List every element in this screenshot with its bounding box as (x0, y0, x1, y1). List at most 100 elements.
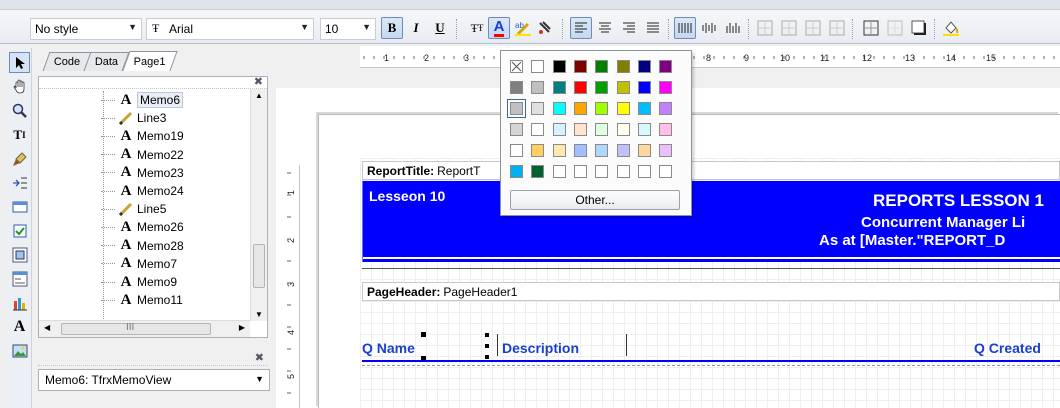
color-swatch[interactable] (595, 102, 609, 115)
color-swatch[interactable] (637, 144, 651, 157)
tree-horizontal-scrollbar[interactable]: ◀ III ▶ (39, 320, 250, 337)
color-swatch[interactable] (573, 102, 587, 115)
color-swatch[interactable] (510, 123, 523, 136)
valign-top-icon[interactable] (674, 17, 696, 39)
scroll-up-icon[interactable]: ▲ (255, 91, 263, 100)
color-swatch[interactable] (659, 123, 673, 136)
frame-all-icon[interactable] (860, 17, 882, 39)
align-right-icon[interactable] (618, 17, 640, 39)
align-left-icon[interactable] (570, 17, 592, 39)
report-title-memo[interactable]: REPORTS LESSON 1 (873, 191, 1044, 211)
font-color-button[interactable]: A (488, 17, 510, 39)
tree-item[interactable]: A Memo19 (101, 127, 184, 145)
color-swatch[interactable] (507, 99, 526, 118)
font-combo[interactable]: Ŧ Arial ▼ (146, 18, 314, 40)
color-swatch[interactable] (531, 60, 545, 73)
tab-page1[interactable]: Page1 (121, 51, 177, 71)
color-swatch[interactable] (531, 102, 545, 115)
selection-handle[interactable] (421, 332, 426, 337)
close-panel-icon[interactable]: ✖ (254, 77, 263, 88)
report-title-band-icon[interactable] (9, 196, 30, 217)
tree-item[interactable]: A Memo7 (101, 255, 177, 273)
color-swatch[interactable] (573, 81, 587, 94)
italic-button[interactable]: I (405, 17, 427, 39)
color-swatch[interactable] (573, 144, 587, 157)
checkbox-tool-icon[interactable] (9, 220, 30, 241)
report-title-band[interactable]: Lesseon 10 REPORTS LESSON 1 Concurrent M… (362, 181, 1060, 262)
scroll-right-icon[interactable]: ▶ (239, 323, 245, 332)
frame-right-icon[interactable] (826, 17, 848, 39)
align-justify-icon[interactable] (642, 17, 664, 39)
text-tool-icon[interactable]: TI (9, 124, 30, 145)
other-color-button[interactable]: Other... (510, 190, 680, 210)
zoom-icon[interactable] (9, 100, 30, 121)
color-swatch[interactable] (510, 165, 523, 178)
frame-shadow-icon[interactable] (908, 17, 930, 39)
color-swatch[interactable] (659, 144, 673, 157)
color-swatch[interactable] (531, 165, 545, 178)
page-header-band-header[interactable]: PageHeader: PageHeader1 (362, 282, 1060, 301)
chart-tool-icon[interactable] (9, 292, 30, 313)
color-swatch[interactable] (595, 81, 609, 94)
color-swatch[interactable] (616, 81, 630, 94)
color-swatch[interactable] (616, 165, 630, 178)
scroll-down-icon[interactable]: ▼ (255, 310, 263, 319)
report-subtitle-memo[interactable]: Concurrent Manager Li (861, 214, 1025, 231)
tree-vscroll-thumb[interactable] (253, 244, 265, 288)
frame-top-icon[interactable] (754, 17, 776, 39)
memo-tool-icon[interactable]: A (9, 316, 30, 337)
report-title-band-header[interactable]: ReportTitle: ReportT (362, 161, 1060, 180)
color-swatch[interactable] (595, 60, 609, 73)
color-swatch[interactable] (573, 60, 587, 73)
color-swatch[interactable] (552, 123, 566, 136)
color-swatch[interactable] (531, 81, 545, 94)
font-settings-icon[interactable]: ŦŦ (466, 17, 488, 39)
valign-bottom-icon[interactable] (722, 17, 744, 39)
style-combo[interactable]: No style ▼ (30, 18, 142, 40)
highlight-color-icon[interactable]: ab (512, 17, 534, 39)
color-swatch[interactable] (552, 81, 566, 94)
color-swatch[interactable] (595, 165, 609, 178)
band-insert-icon[interactable] (9, 172, 30, 193)
scroll-left-icon[interactable]: ◀ (44, 323, 50, 332)
selection-handle[interactable] (485, 333, 489, 337)
tree-item[interactable]: Line5 (101, 200, 166, 218)
format-painter-icon[interactable] (9, 148, 30, 169)
color-swatch[interactable] (616, 102, 630, 115)
selection-handle[interactable] (485, 344, 489, 348)
tree-item[interactable]: A Memo9 (101, 273, 177, 291)
color-swatch[interactable] (531, 144, 545, 157)
bold-button[interactable]: B (381, 17, 403, 39)
select-arrow-icon[interactable] (9, 52, 30, 73)
color-swatch[interactable] (510, 81, 523, 94)
hand-tool-icon[interactable] (9, 76, 30, 97)
tree-item[interactable]: A Memo23 (101, 164, 184, 182)
selection-handle[interactable] (485, 355, 489, 359)
underline-button[interactable]: U (429, 17, 451, 39)
tree-item[interactable]: A Memo24 (101, 182, 184, 200)
column-header-q-created[interactable]: Q Created (974, 340, 1041, 356)
color-swatch[interactable] (616, 144, 630, 157)
report-date-memo[interactable]: As at [Master."REPORT_D (819, 232, 1005, 249)
tree-item[interactable]: Line3 (101, 109, 166, 127)
tree-item[interactable]: A Memo26 (101, 218, 184, 236)
color-swatch[interactable] (531, 123, 545, 136)
picture-tool-icon[interactable] (9, 340, 30, 361)
frame-left-icon[interactable] (802, 17, 824, 39)
color-swatch[interactable] (573, 165, 587, 178)
color-swatch[interactable] (659, 81, 673, 94)
tree-hscroll-thumb[interactable]: III (61, 322, 211, 335)
dialog-form-icon[interactable] (9, 268, 30, 289)
close-panel-icon[interactable]: ✖ (255, 351, 264, 364)
color-swatch[interactable] (637, 165, 651, 178)
color-swatch[interactable] (637, 123, 651, 136)
frame-bottom-icon[interactable] (778, 17, 800, 39)
color-swatch[interactable] (510, 144, 523, 157)
align-center-icon[interactable] (594, 17, 616, 39)
tree-item[interactable]: A Memo11 (101, 291, 183, 309)
frame-none-icon[interactable] (884, 17, 906, 39)
color-swatch[interactable] (595, 123, 609, 136)
color-swatch[interactable] (552, 165, 566, 178)
color-swatch[interactable] (616, 60, 630, 73)
color-swatch[interactable] (595, 144, 609, 157)
